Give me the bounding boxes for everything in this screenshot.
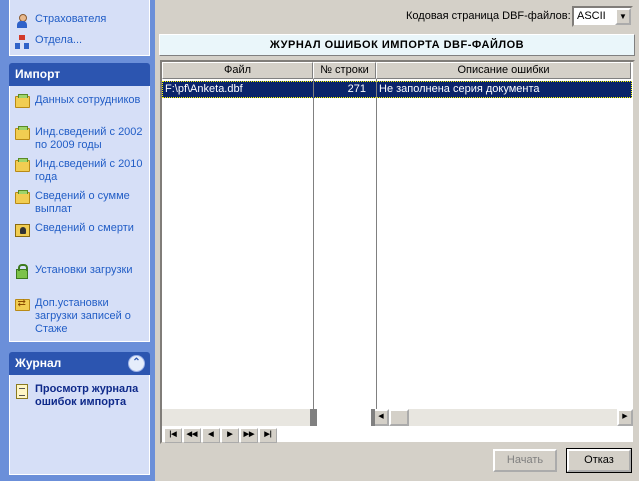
codepage-select[interactable]: ASCII ▼ bbox=[572, 6, 633, 27]
left-horizontal-scrollbar[interactable] bbox=[162, 409, 310, 426]
task-pane: Страхователя Отдела... Импорт Данных сот… bbox=[0, 0, 155, 481]
folder-icon bbox=[14, 94, 30, 110]
page-title: ЖУРНАЛ ОШИБОК ИМПОРТА DBF-ФАЙЛОВ bbox=[159, 34, 635, 56]
folder-icon bbox=[14, 190, 30, 206]
sidebar-item-insurer[interactable]: Страхователя bbox=[14, 13, 147, 29]
sidebar-item-death-info[interactable]: Сведений о смерти bbox=[14, 222, 147, 238]
cell-row-number: 271 bbox=[347, 83, 366, 95]
first-record-icon[interactable]: |◀ bbox=[164, 428, 182, 443]
scroll-thumb[interactable] bbox=[389, 409, 409, 426]
column-header-file[interactable]: Файл bbox=[162, 62, 313, 79]
chevron-down-icon[interactable]: ▼ bbox=[615, 8, 631, 25]
org-icon bbox=[14, 34, 30, 50]
journal-panel-header[interactable]: Журнал ⌃ bbox=[9, 352, 150, 375]
sidebar-item-department[interactable]: Отдела... bbox=[14, 34, 147, 50]
sidebar-item-error-log[interactable]: Просмотр журнала ошибок импорта bbox=[14, 383, 147, 409]
sidebar-item-label: Инд.сведений с 2010 года bbox=[35, 158, 143, 183]
sidebar-item-label: Сведений о сумме выплат bbox=[35, 190, 130, 215]
folder-icon bbox=[14, 158, 30, 174]
sidebar-item-label: Инд.сведений с 2002 по 2009 годы bbox=[35, 126, 143, 151]
codepage-label: Кодовая страница DBF-файлов: bbox=[406, 10, 571, 22]
grid-header: Файл № строки Описание ошибки bbox=[162, 62, 631, 79]
prev-record-icon[interactable]: ◀ bbox=[202, 428, 220, 443]
journal-icon bbox=[14, 383, 30, 399]
journal-panel-title: Журнал bbox=[15, 356, 62, 370]
table-row[interactable]: F:\pf\Anketa.dbf 271 Не заполнена серия … bbox=[162, 81, 632, 98]
folder-icon bbox=[14, 126, 30, 142]
sidebar-item-info-2002-2009[interactable]: Инд.сведений с 2002 по 2009 годы bbox=[14, 126, 147, 152]
journal-panel: Просмотр журнала ошибок импорта bbox=[9, 375, 150, 475]
column-divider bbox=[376, 79, 377, 409]
sidebar-item-load-settings[interactable]: Установки загрузки bbox=[14, 264, 147, 280]
sidebar-item-label: Доп.установки загрузки записей о Стаже bbox=[35, 297, 131, 335]
scroll-left-icon[interactable]: ◀ bbox=[373, 409, 389, 426]
lock-icon bbox=[14, 264, 30, 280]
sidebar-item-extra-settings[interactable]: Доп.установки загрузки записей о Стаже bbox=[14, 297, 147, 336]
start-button-label: Начать bbox=[506, 454, 544, 466]
sidebar-item-info-2010[interactable]: Инд.сведений с 2010 года bbox=[14, 158, 147, 184]
column-divider bbox=[313, 79, 314, 409]
import-panel: Данных сотрудников Инд.сведений с 2002 п… bbox=[9, 86, 150, 342]
cancel-button[interactable]: Отказ bbox=[566, 448, 632, 473]
start-button[interactable]: Начать bbox=[493, 449, 557, 472]
sidebar-item-label: Данных сотрудников bbox=[35, 94, 141, 106]
last-record-icon[interactable]: ▶| bbox=[259, 428, 277, 443]
import-panel-header[interactable]: Импорт bbox=[9, 63, 150, 86]
error-log-grid[interactable]: Файл № строки Описание ошибки F:\pf\Anke… bbox=[160, 60, 635, 444]
user-icon bbox=[14, 13, 30, 29]
column-header-row[interactable]: № строки bbox=[313, 62, 376, 79]
cell-description: Не заполнена серия документа bbox=[379, 83, 540, 95]
sidebar-item-label: Просмотр журнала ошибок импорта bbox=[35, 383, 139, 408]
scroll-right-icon[interactable]: ▶ bbox=[617, 409, 633, 426]
sidebar-item-label: Отдела... bbox=[35, 34, 83, 46]
sidebar-item-label: Сведений о смерти bbox=[35, 222, 134, 234]
record-navigator: |◀ ◀◀ ◀ ▶ ▶▶ ▶| bbox=[164, 428, 278, 443]
right-horizontal-scrollbar[interactable]: ◀ ▶ bbox=[373, 409, 633, 426]
column-header-description[interactable]: Описание ошибки bbox=[376, 62, 631, 79]
next-record-icon[interactable]: ▶ bbox=[221, 428, 239, 443]
settings-folder-icon bbox=[14, 297, 30, 313]
codepage-value: ASCII bbox=[577, 10, 606, 22]
cell-file: F:\pf\Anketa.dbf bbox=[165, 83, 243, 95]
sidebar-item-label: Установки загрузки bbox=[35, 264, 133, 276]
cancel-button-label: Отказ bbox=[584, 454, 614, 466]
collapse-chevron-icon[interactable]: ⌃ bbox=[128, 355, 145, 372]
sidebar-item-payments[interactable]: Сведений о сумме выплат bbox=[14, 190, 147, 216]
sidebar-item-label: Страхователя bbox=[35, 13, 107, 25]
pane-splitter[interactable] bbox=[310, 409, 317, 426]
pane-splitter[interactable] bbox=[371, 409, 375, 426]
top-panel: Страхователя Отдела... bbox=[9, 0, 150, 56]
next-page-icon[interactable]: ▶▶ bbox=[240, 428, 258, 443]
import-panel-title: Импорт bbox=[15, 67, 61, 81]
sidebar-item-employees-data[interactable]: Данных сотрудников bbox=[14, 94, 147, 110]
death-icon bbox=[14, 222, 30, 238]
prev-page-icon[interactable]: ◀◀ bbox=[183, 428, 201, 443]
